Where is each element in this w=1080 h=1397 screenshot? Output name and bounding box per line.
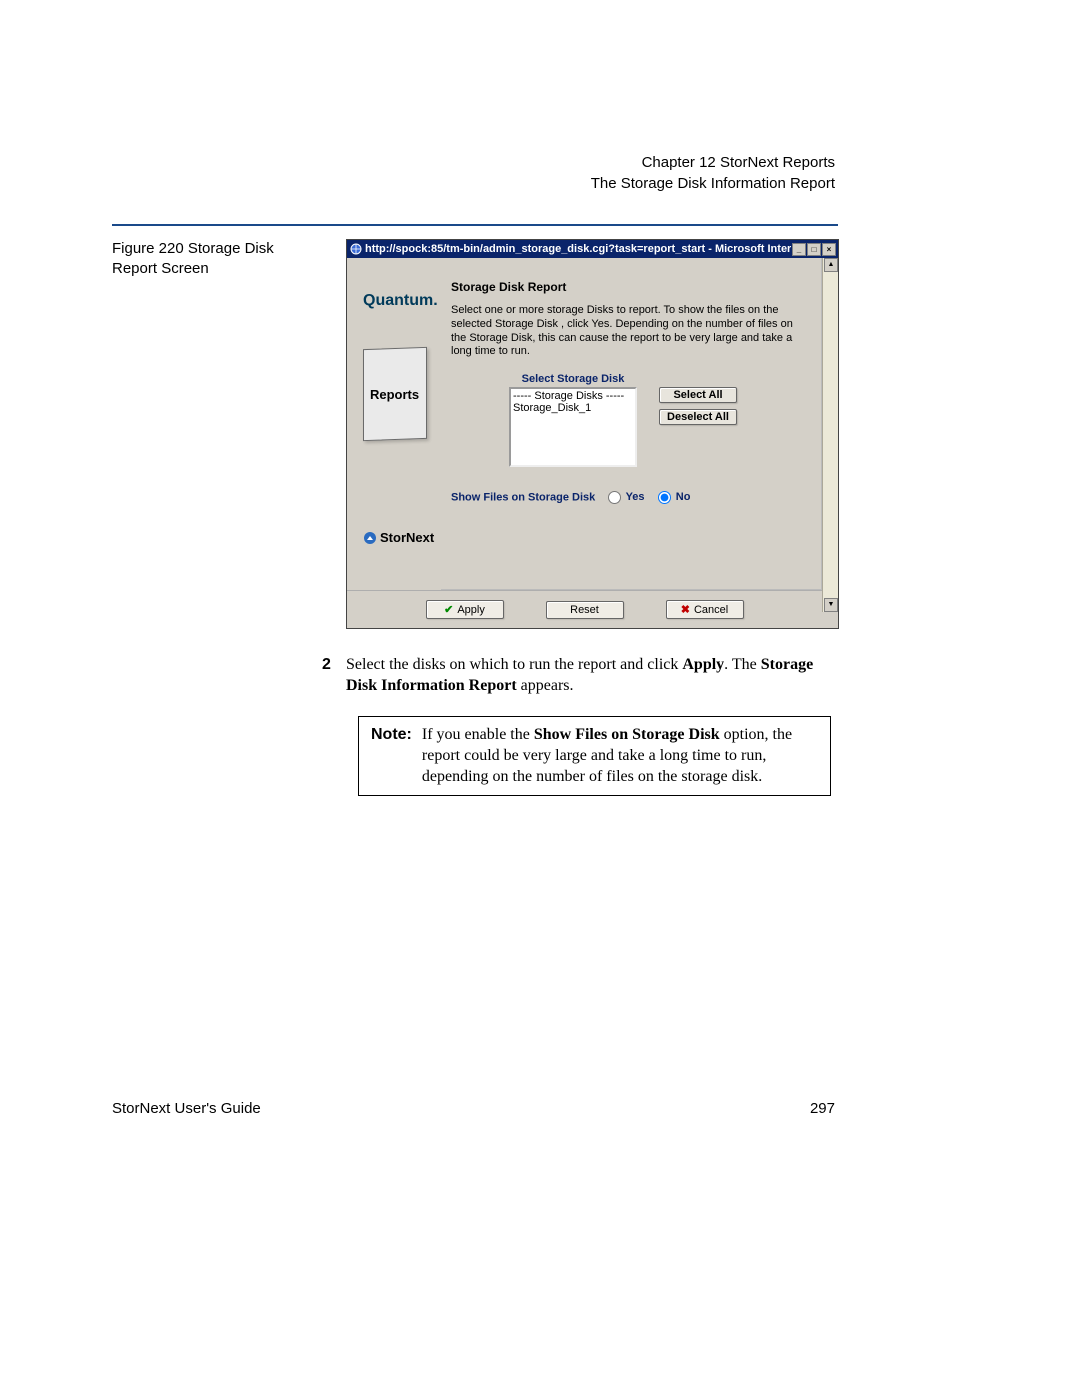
note-box: Note: If you enable the Show Files on St…: [358, 716, 831, 796]
scroll-down-icon[interactable]: ▼: [824, 598, 838, 612]
list-item[interactable]: Storage_Disk_1: [513, 402, 633, 414]
titlebar: http://spock:85/tm-bin/admin_storage_dis…: [347, 240, 838, 258]
show-files-row: Show Files on Storage Disk Yes No: [451, 491, 805, 504]
step-text-mid: . The: [724, 656, 761, 673]
note-label: Note:: [371, 725, 412, 787]
cancel-button[interactable]: ✖ Cancel: [666, 600, 744, 619]
deselect-all-button[interactable]: Deselect All: [659, 409, 737, 425]
show-files-label: Show Files on Storage Disk: [451, 491, 595, 503]
apply-label: Apply: [457, 604, 485, 616]
brand-logo: Quantum.: [363, 292, 433, 310]
storage-disk-listbox[interactable]: ----- Storage Disks ----- Storage_Disk_1: [509, 387, 637, 467]
note-bold: Show Files on Storage Disk: [534, 726, 720, 743]
stornext-icon: [363, 531, 377, 545]
vertical-scrollbar[interactable]: ▲ ▼: [822, 258, 838, 612]
list-header: ----- Storage Disks -----: [513, 390, 633, 402]
step-text-pre: Select the disks on which to run the rep…: [346, 656, 682, 673]
show-files-no-radio[interactable]: [658, 491, 671, 504]
close-button[interactable]: ×: [822, 243, 836, 256]
reset-label: Reset: [570, 604, 599, 616]
section-line: The Storage Disk Information Report: [591, 173, 835, 194]
left-nav: Quantum. Reports StorNext: [347, 258, 441, 590]
window-controls: _ □ ×: [791, 243, 836, 256]
app-window: http://spock:85/tm-bin/admin_storage_dis…: [346, 239, 839, 629]
show-files-no-label: No: [676, 491, 691, 503]
apply-button[interactable]: ✔ Apply: [426, 600, 504, 619]
product-logo: StorNext: [363, 530, 434, 545]
select-all-button[interactable]: Select All: [659, 387, 737, 403]
window-title: http://spock:85/tm-bin/admin_storage_dis…: [365, 243, 791, 255]
product-name: StorNext: [380, 530, 434, 545]
step-text-post: appears.: [517, 677, 574, 694]
report-heading: Storage Disk Report: [451, 280, 805, 294]
figure-caption: Figure 220 Storage Disk Report Screen: [112, 239, 322, 280]
step-number: 2: [322, 655, 331, 676]
page-header: Chapter 12 StorNext Reports The Storage …: [591, 152, 835, 194]
footer-guide: StorNext User's Guide: [112, 1100, 261, 1117]
reports-card[interactable]: Reports: [363, 347, 427, 441]
chapter-line: Chapter 12 StorNext Reports: [591, 152, 835, 173]
ie-icon: [349, 242, 363, 256]
reports-card-label: Reports: [370, 387, 419, 402]
select-storage-disk-label: Select Storage Disk: [509, 373, 637, 385]
note-body: If you enable the Show Files on Storage …: [422, 725, 818, 787]
show-files-yes-radio[interactable]: [608, 491, 621, 504]
scroll-up-icon[interactable]: ▲: [824, 258, 838, 272]
maximize-button[interactable]: □: [807, 243, 821, 256]
note-text-pre: If you enable the: [422, 726, 534, 743]
report-description: Select one or more storage Disks to repo…: [451, 304, 805, 359]
step-text: 2 Select the disks on which to run the r…: [346, 655, 846, 697]
minimize-button[interactable]: _: [792, 243, 806, 256]
cancel-label: Cancel: [694, 604, 728, 616]
step-apply-word: Apply: [682, 656, 724, 673]
action-bar: ✔ Apply Reset ✖ Cancel: [347, 590, 822, 628]
reset-button[interactable]: Reset: [546, 601, 624, 619]
header-divider: [112, 224, 838, 226]
show-files-yes-label: Yes: [626, 491, 645, 503]
x-icon: ✖: [681, 603, 690, 616]
footer-page: 297: [810, 1100, 835, 1117]
main-panel: Storage Disk Report Select one or more s…: [441, 258, 822, 590]
page-footer: StorNext User's Guide 297: [112, 1100, 835, 1117]
check-icon: ✔: [444, 603, 453, 616]
